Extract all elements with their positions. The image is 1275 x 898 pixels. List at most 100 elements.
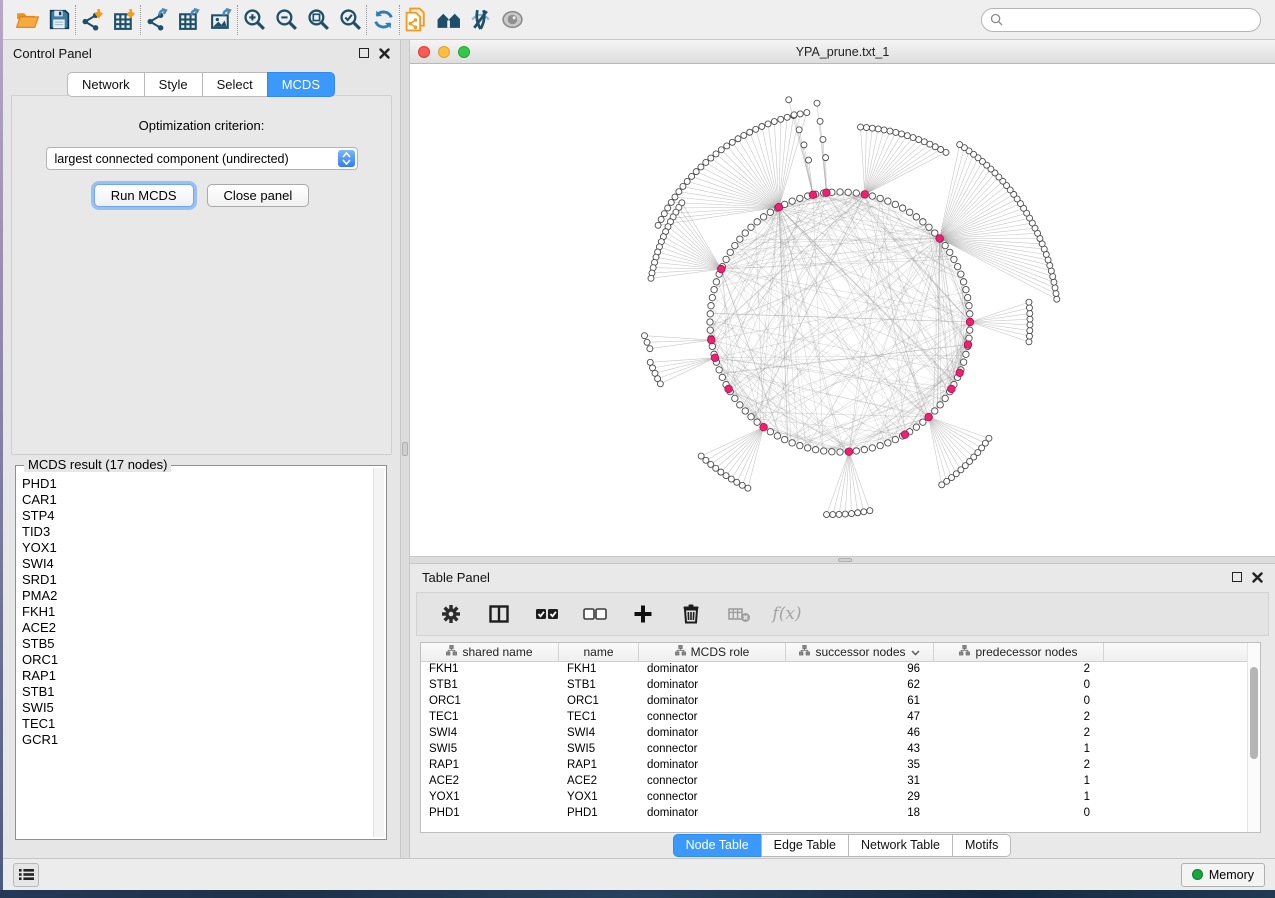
mcds-result-item[interactable]: TEC1: [22, 716, 372, 732]
column-header-name[interactable]: name: [559, 643, 639, 661]
mcds-result-item[interactable]: SWI5: [22, 700, 372, 716]
table-cell: FKH1: [559, 662, 639, 678]
binoculars-icon[interactable]: [432, 4, 464, 36]
network-graph[interactable]: [410, 64, 1275, 556]
table-row[interactable]: STB1STB1dominator620: [421, 678, 1260, 694]
float-panel-icon[interactable]: [359, 48, 369, 58]
birdseye-icon[interactable]: [496, 4, 528, 36]
search-input[interactable]: [1008, 13, 1252, 27]
table-cell: YOX1: [559, 790, 639, 806]
tab-motifs[interactable]: Motifs: [952, 834, 1011, 857]
search-icon: [990, 13, 1003, 26]
column-header-successor-nodes[interactable]: successor nodes: [786, 643, 934, 661]
column-header-shared-name[interactable]: shared name: [421, 643, 559, 661]
table-panel: Table Panel f(x) shared namenameMCDS rol…: [410, 564, 1275, 858]
check-all-icon[interactable]: [531, 598, 563, 630]
table-cell: SWI5: [421, 742, 559, 758]
export-image-icon[interactable]: [205, 4, 237, 36]
tab-network[interactable]: Network: [67, 72, 145, 97]
zoom-selected-icon[interactable]: [334, 4, 366, 36]
tab-select[interactable]: Select: [202, 72, 268, 97]
mcds-result-item[interactable]: STB5: [22, 636, 372, 652]
status-bar: Memory: [3, 858, 1275, 890]
table-scrollbar[interactable]: [1247, 643, 1260, 832]
export-network-icon[interactable]: [141, 4, 173, 36]
mcds-result-item[interactable]: SRD1: [22, 572, 372, 588]
plus-icon[interactable]: [627, 598, 659, 630]
table-scrollbar-thumb[interactable]: [1250, 667, 1258, 759]
column-header-predecessor-nodes[interactable]: predecessor nodes: [934, 643, 1104, 661]
run-mcds-button[interactable]: Run MCDS: [94, 184, 194, 207]
vertical-splitter-handle[interactable]: [402, 442, 408, 456]
mcds-result-item[interactable]: STB1: [22, 684, 372, 700]
table-row[interactable]: SWI4SWI4dominator462: [421, 726, 1260, 742]
horizontal-splitter-handle[interactable]: [838, 558, 852, 562]
mcds-result-item[interactable]: RAP1: [22, 668, 372, 684]
network-canvas[interactable]: [410, 64, 1275, 556]
close-table-panel-icon[interactable]: [1252, 572, 1263, 583]
tab-node-table[interactable]: Node Table: [673, 834, 762, 857]
import-network-icon[interactable]: [76, 4, 108, 36]
open-folder-icon[interactable]: [11, 4, 43, 36]
table-row[interactable]: FKH1FKH1dominator962: [421, 662, 1260, 678]
tab-style[interactable]: Style: [144, 72, 203, 97]
mcds-result-item[interactable]: TID3: [22, 524, 372, 540]
tab-edge-table[interactable]: Edge Table: [761, 834, 849, 857]
close-panel-icon[interactable]: [379, 48, 390, 59]
share-document-icon[interactable]: [400, 4, 432, 36]
column-type-icon: [959, 645, 970, 659]
mcds-result-title: MCDS result (17 nodes): [24, 457, 171, 472]
export-table-icon[interactable]: [173, 4, 205, 36]
column-type-icon: [675, 645, 686, 659]
function-icon[interactable]: f(x): [771, 598, 803, 630]
table-cell: 2: [934, 662, 1104, 678]
table-row[interactable]: SWI5SWI5connector431: [421, 742, 1260, 758]
refresh-icon[interactable]: [367, 4, 399, 36]
zoom-out-icon[interactable]: [270, 4, 302, 36]
mcds-result-item[interactable]: FKH1: [22, 604, 372, 620]
search-box[interactable]: [981, 8, 1261, 32]
table-cell: SWI4: [559, 726, 639, 742]
memory-button[interactable]: Memory: [1181, 863, 1265, 887]
mcds-result-item[interactable]: YOX1: [22, 540, 372, 556]
table-row[interactable]: PHD1PHD1dominator180: [421, 806, 1260, 822]
mcds-result-item[interactable]: CAR1: [22, 492, 372, 508]
mcds-result-item[interactable]: ORC1: [22, 652, 372, 668]
trash-icon[interactable]: [675, 598, 707, 630]
table-cell: 96: [786, 662, 934, 678]
save-icon[interactable]: [43, 4, 75, 36]
column-header-MCDS-role[interactable]: MCDS role: [639, 643, 786, 661]
table-delete-icon[interactable]: [723, 598, 755, 630]
mcds-result-item[interactable]: STP4: [22, 508, 372, 524]
table-row[interactable]: YOX1YOX1connector291: [421, 790, 1260, 806]
vertical-splitter[interactable]: [400, 40, 410, 858]
close-panel-button[interactable]: Close panel: [207, 184, 310, 207]
table-row[interactable]: ACE2ACE2connector311: [421, 774, 1260, 790]
columns-icon[interactable]: [483, 598, 515, 630]
horizontal-splitter[interactable]: [410, 556, 1275, 564]
mcds-list-scrollbar[interactable]: [373, 468, 384, 837]
table-row[interactable]: RAP1RAP1dominator352: [421, 758, 1260, 774]
import-table-icon[interactable]: [108, 4, 140, 36]
panel-menu-button[interactable]: [13, 863, 39, 887]
mcds-result-item[interactable]: PMA2: [22, 588, 372, 604]
zoom-fit-icon[interactable]: [302, 4, 334, 36]
zoom-in-icon[interactable]: [238, 4, 270, 36]
mcds-result-item[interactable]: ACE2: [22, 620, 372, 636]
table-cell: PHD1: [559, 806, 639, 822]
tab-mcds[interactable]: MCDS: [267, 72, 335, 97]
gear-icon[interactable]: [435, 598, 467, 630]
table-row[interactable]: TEC1TEC1connector472: [421, 710, 1260, 726]
mcds-result-item[interactable]: SWI4: [22, 556, 372, 572]
table-row[interactable]: ORC1ORC1dominator610: [421, 694, 1260, 710]
network-window-titlebar: YPA_prune.txt_1: [410, 40, 1275, 64]
float-table-panel-icon[interactable]: [1232, 572, 1242, 582]
mcds-panel-body: Optimization criterion: largest connecte…: [11, 95, 392, 455]
optimization-criterion-select[interactable]: largest connected component (undirected): [46, 147, 358, 170]
mcds-result-item[interactable]: PHD1: [22, 476, 372, 492]
table-cell: 62: [786, 678, 934, 694]
tab-network-table[interactable]: Network Table: [848, 834, 953, 857]
mcds-result-item[interactable]: GCR1: [22, 732, 372, 748]
uncheck-all-icon[interactable]: [579, 598, 611, 630]
hide-details-icon[interactable]: [464, 4, 496, 36]
